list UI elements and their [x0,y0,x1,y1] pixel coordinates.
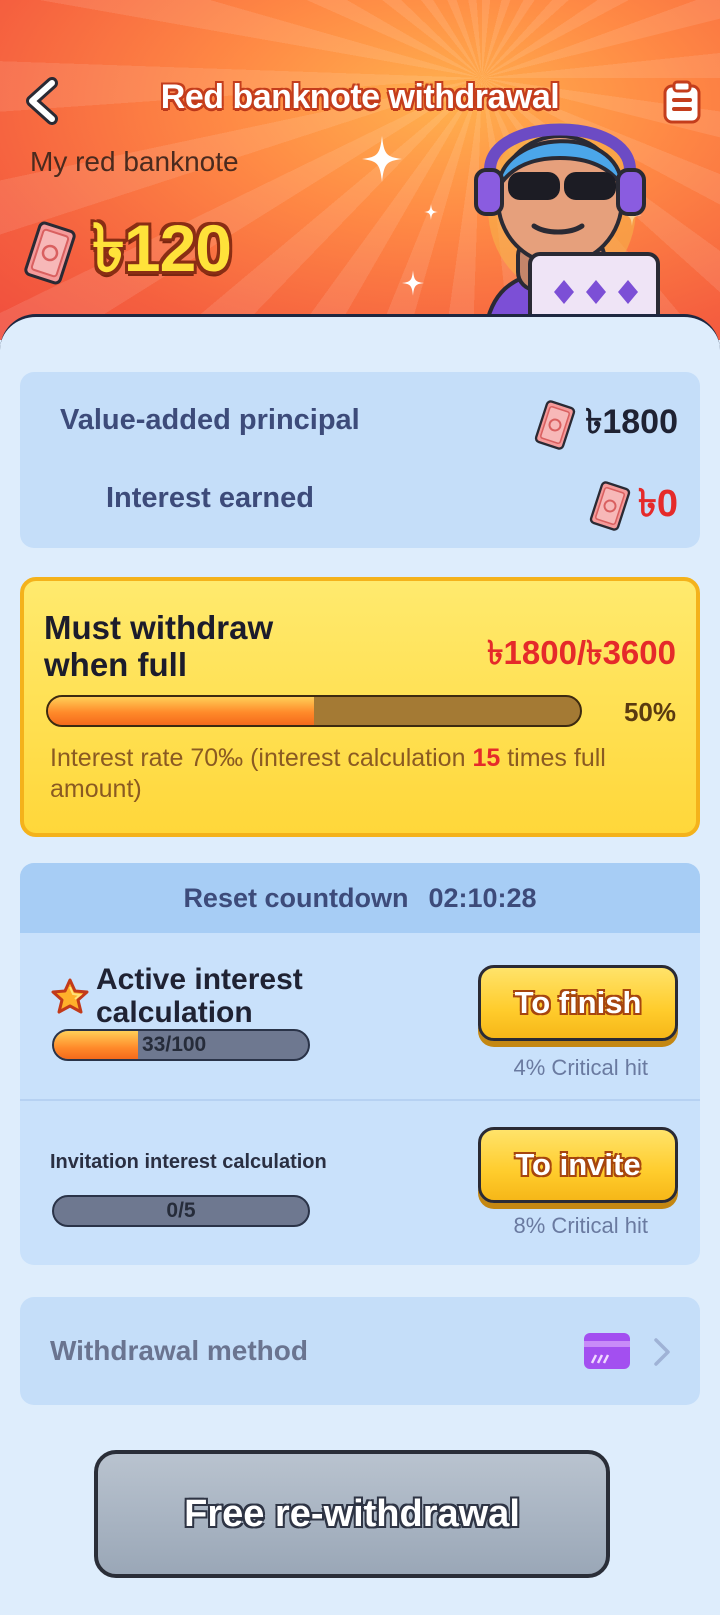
withdraw-progress-percent: 50% [623,697,676,727]
balance-value: ৳120 [92,211,232,285]
withdraw-progress-fill [48,697,314,725]
banknote-icon [535,399,576,450]
to-invite-button[interactable]: To invite [478,1127,678,1203]
sparkle-icon [362,136,402,187]
interest-label: Interest earned [106,482,314,514]
free-rewithdrawal-button[interactable]: Free re-withdrawal [94,1450,610,1578]
star-icon [51,978,89,1014]
main-panel: Value-added principal ৳1800 Interest ear… [0,314,720,1615]
header: Red banknote withdrawal My red banknote … [0,0,720,340]
invite-critical-hit: 8% Critical hit [513,1213,648,1238]
active-progress-bar: 33/100 [52,1029,310,1061]
sparkle-icon [402,270,424,301]
reset-label: Reset countdown [183,882,409,913]
rate-times: 15 [472,744,501,772]
banknote-icon [24,221,76,285]
active-task-title: Active interest calculation [96,963,303,1029]
chevron-right-icon [654,1338,670,1366]
mascot-illustration [474,122,661,340]
must-withdraw-value: ৳1800/৳3600 [487,634,676,671]
interest-value: ৳0 [637,483,678,525]
to-finish-button[interactable]: To finish [478,965,678,1041]
tasks-card: Reset countdown 02:10:28 Active interest… [20,863,700,1265]
rate-prefix: Interest rate 70‰ (interest calculation [50,744,473,772]
must-withdraw-title: Must withdraw when full [44,609,274,683]
principal-value: ৳1800 [585,403,678,441]
principal-card: Value-added principal ৳1800 Interest ear… [20,372,700,548]
balance-row: ৳120 [22,198,232,308]
my-banknote-label: My red banknote [30,146,239,177]
reset-countdown: Reset countdown 02:10:28 [20,863,700,933]
withdrawal-method-row[interactable]: Withdrawal method [20,1297,700,1405]
back-button[interactable] [20,76,64,126]
card-icon [584,1333,630,1369]
banknote-icon [589,481,631,531]
active-critical-hit: 4% Critical hit [513,1055,648,1080]
invite-task-title: Invitation interest calculation [50,1151,327,1173]
divider [20,1099,700,1101]
active-progress-text: 33/100 [142,1033,207,1056]
invite-progress-text: 0/5 [166,1199,196,1222]
principal-label: Value-added principal [60,404,360,436]
invite-progress-bar: 0/5 [52,1195,310,1227]
interest-value-row: ৳0 [588,474,678,538]
interest-rate-text: Interest rate 70‰ (interest calculation … [50,743,660,805]
sparkle-icon [424,204,438,225]
withdrawal-method-label: Withdrawal method [50,1335,308,1366]
reset-time: 02:10:28 [428,882,537,913]
withdraw-progress-bar [46,695,582,727]
back-arrow-icon [26,77,58,125]
principal-value-row: ৳1800 [533,396,678,453]
must-withdraw-card: Must withdraw when full ৳1800/৳3600 50% … [20,577,700,837]
